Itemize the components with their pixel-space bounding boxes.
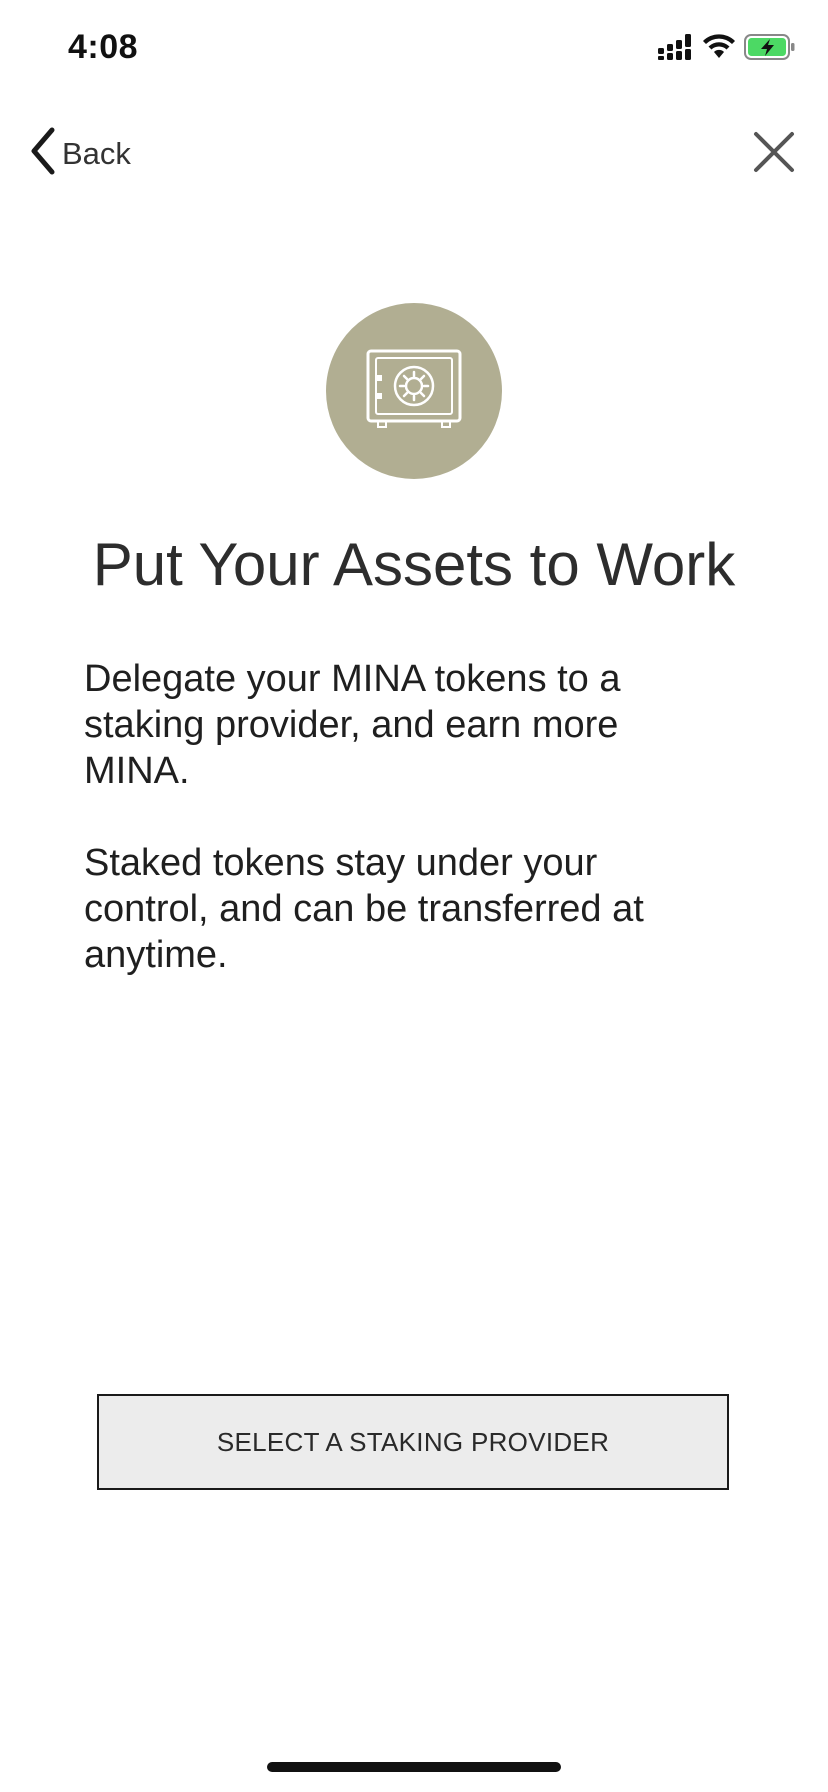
safe-icon: [364, 347, 464, 436]
nav-bar: Back: [0, 118, 828, 184]
description-paragraph: Staked tokens stay under your control, a…: [84, 842, 644, 976]
description: Delegate your MINA tokens to a staking p…: [84, 656, 724, 1024]
close-icon: [750, 132, 798, 180]
battery-charging-icon: [744, 34, 796, 65]
description-paragraph: Delegate your MINA tokens to a staking p…: [84, 658, 621, 792]
home-indicator[interactable]: [267, 1762, 561, 1772]
back-label: Back: [62, 135, 131, 171]
wifi-icon: [702, 34, 736, 65]
status-icons: [658, 34, 796, 65]
status-time: 4:08: [68, 28, 139, 66]
select-staking-provider-button[interactable]: SELECT A STAKING PROVIDER: [97, 1394, 729, 1490]
page-title: Put Your Assets to Work: [92, 531, 736, 598]
chevron-left-icon: [28, 126, 58, 181]
back-button[interactable]: Back: [28, 126, 131, 181]
close-button[interactable]: [750, 128, 798, 176]
signal-icon: [658, 34, 694, 65]
status-bar: 4:08: [0, 0, 828, 100]
hero-icon-circle: [326, 303, 502, 479]
